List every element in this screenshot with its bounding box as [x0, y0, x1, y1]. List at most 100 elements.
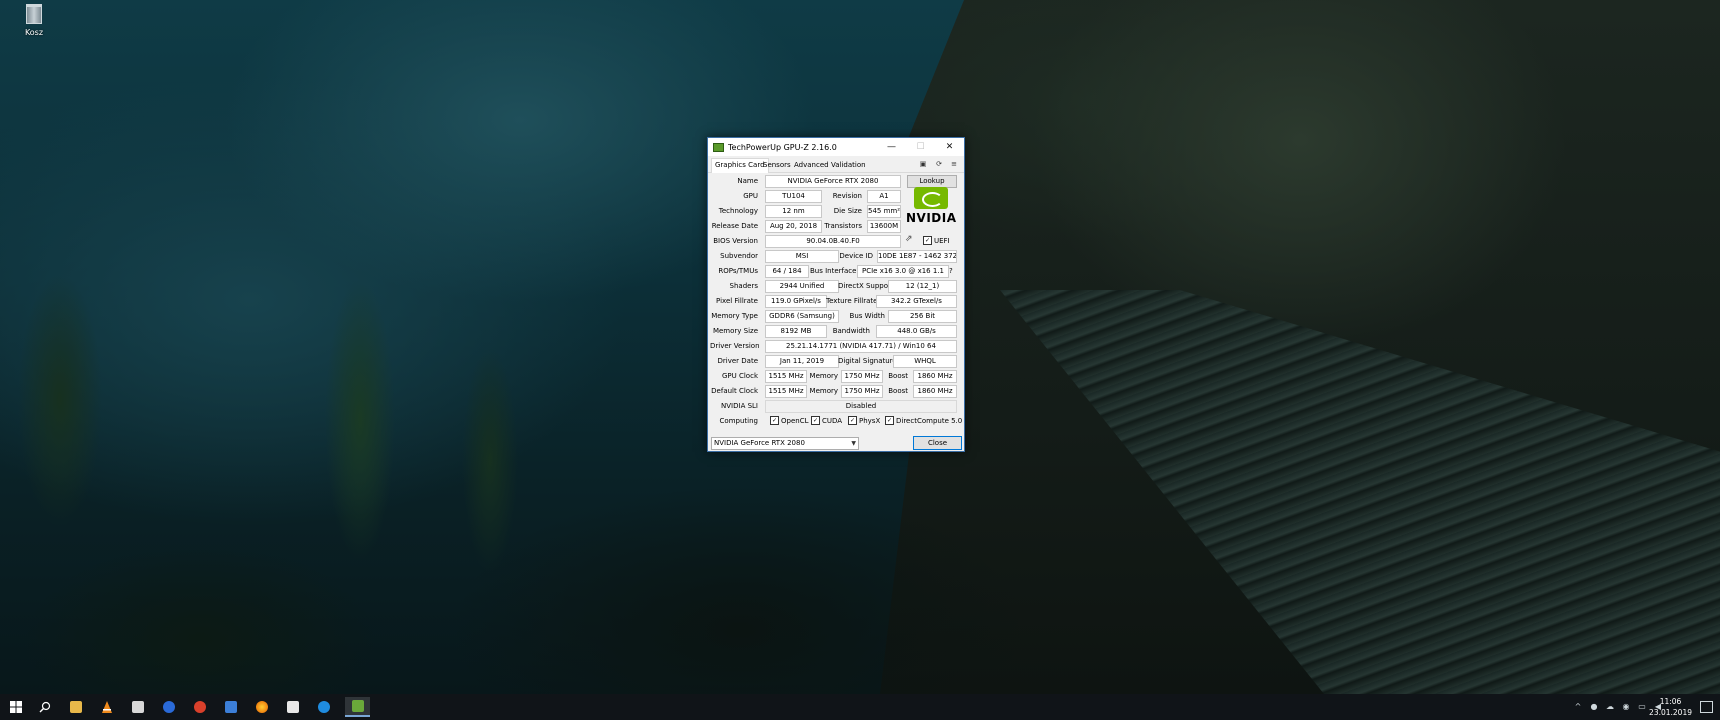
texture-fillrate-field: 342.2 GTexel/s [876, 295, 957, 308]
computing-label: Computing [719, 417, 758, 425]
taskbar-ccleaner[interactable] [190, 697, 210, 717]
file-explorer-icon [70, 701, 82, 713]
gpu-clock-field: 1515 MHz [765, 370, 807, 383]
vlc-icon [102, 701, 112, 713]
subvendor-label: Subvendor [720, 252, 758, 260]
default-clock-field: 1515 MHz [765, 385, 807, 398]
nvidia-sli-field: Disabled [765, 400, 957, 413]
gpu-field: TU104 [765, 190, 822, 203]
gpuz-app-icon [713, 142, 724, 152]
taskbar-file-explorer[interactable] [66, 697, 86, 717]
tab-advanced[interactable]: Advanced [791, 159, 832, 171]
tab-sensors[interactable]: Sensors [760, 159, 794, 171]
bandwidth-field: 448.0 GB/s [876, 325, 957, 338]
taskbar-edge[interactable] [314, 697, 334, 717]
directx-label: DirectX Support [838, 282, 894, 290]
taskbar: ^ ● ☁ ◉ ▭ ◀ 11:06 23.01.2019 [0, 694, 1720, 720]
menu-icon[interactable]: ≡ [950, 160, 958, 168]
taskbar-clock[interactable]: 11:06 23.01.2019 [1649, 696, 1692, 718]
default-boost-field: 1860 MHz [913, 385, 957, 398]
bus-interface-field: PCIe x16 3.0 @ x16 1.1 [857, 265, 949, 278]
tab-validation[interactable]: Validation [828, 159, 869, 171]
minimize-button[interactable]: — [877, 138, 906, 156]
cuda-label: CUDA [822, 416, 843, 425]
device-id-field: 10DE 1E87 - 1462 3726 [877, 250, 957, 263]
refresh-icon[interactable]: ⟳ [935, 160, 943, 168]
gpu-select-value: NVIDIA GeForce RTX 2080 [714, 439, 805, 447]
maximize-button[interactable]: ☐ [906, 138, 935, 156]
share-icon[interactable]: ⇗ [905, 234, 913, 244]
bus-width-label: Bus Width [849, 312, 885, 320]
bios-version-label: BIOS Version [713, 237, 758, 245]
opencl-label: OpenCL [781, 416, 809, 425]
clock-date: 23.01.2019 [1649, 708, 1692, 717]
revision-label: Revision [832, 192, 862, 200]
taskbar-gpuz[interactable] [345, 697, 370, 717]
taskbar-malwarebytes[interactable] [159, 697, 179, 717]
taskbar-mail[interactable] [283, 697, 303, 717]
directcompute-label: DirectCompute 5.0 [896, 416, 963, 425]
ccleaner-icon [194, 701, 206, 713]
pixel-fillrate-field: 119.0 GPixel/s [765, 295, 827, 308]
close-window-button[interactable]: ✕ [935, 138, 964, 156]
desktop-icon-label: Kosz [24, 28, 44, 37]
malwarebytes-icon [163, 701, 175, 713]
tab-bar: Graphics Card Sensors Advanced Validatio… [708, 158, 964, 173]
recycle-bin-icon [26, 4, 42, 24]
revision-field: A1 [867, 190, 901, 203]
default-clock-label: Default Clock [711, 387, 758, 395]
taskbar-vlc[interactable] [97, 697, 117, 717]
close-button[interactable]: Close [913, 436, 962, 450]
steam-icon[interactable]: ● [1589, 702, 1599, 712]
gpu-memory-label: Memory [809, 372, 838, 380]
gpu-select-dropdown[interactable]: NVIDIA GeForce RTX 2080 ▼ [711, 437, 859, 450]
wallpaper-ground [400, 430, 1100, 694]
release-date-field: Aug 20, 2018 [765, 220, 822, 233]
taskbar-firefox[interactable] [252, 697, 272, 717]
cuda-check-mark: ✓ [811, 416, 820, 425]
bus-interface-label: Bus Interface [810, 267, 857, 275]
notification-center-icon[interactable] [1700, 701, 1713, 713]
uefi-check-mark: ✓ [923, 236, 932, 245]
search-button[interactable] [35, 697, 55, 717]
default-memory-label: Memory [809, 387, 838, 395]
film-icon [132, 701, 144, 713]
bus-help-icon[interactable]: ? [949, 267, 957, 275]
nvidia-sli-label: NVIDIA SLI [721, 402, 758, 410]
name-label: Name [737, 177, 758, 185]
pixel-fillrate-label: Pixel Fillrate [716, 297, 758, 305]
digital-signature-label: Digital Signature [838, 357, 897, 365]
memory-type-label: Memory Type [711, 312, 758, 320]
uefi-checkbox: ✓ UEFI [923, 236, 950, 245]
network-icon[interactable]: ▭ [1637, 702, 1647, 712]
memory-type-field: GDDR6 (Samsung) [765, 310, 839, 323]
nvidia-eye-icon [914, 187, 948, 209]
physx-label: PhysX [859, 416, 881, 425]
camera-icon[interactable]: ▣ [919, 160, 927, 168]
gpu-clock-label: GPU Clock [721, 372, 758, 380]
name-field: NVIDIA GeForce RTX 2080 [765, 175, 901, 188]
die-size-field: 545 mm² [867, 205, 901, 218]
device-id-label: Device ID [839, 252, 873, 260]
bus-width-field: 256 Bit [888, 310, 957, 323]
taskbar-save-app[interactable] [221, 697, 241, 717]
physx-checkbox: ✓ PhysX [848, 416, 880, 425]
start-button[interactable] [6, 697, 26, 717]
vpn-icon[interactable]: ◉ [1621, 702, 1631, 712]
mail-icon [287, 701, 299, 713]
chevron-up-icon[interactable]: ^ [1573, 702, 1583, 712]
title-bar[interactable]: TechPowerUp GPU-Z 2.16.0 — ☐ ✕ [708, 138, 964, 156]
opencl-checkbox: ✓ OpenCL [770, 416, 808, 425]
taskbar-video-editor[interactable] [128, 697, 148, 717]
memory-size-label: Memory Size [712, 327, 758, 335]
physx-check-mark: ✓ [848, 416, 857, 425]
technology-label: Technology [718, 207, 758, 215]
desktop-icon-recycle-bin[interactable]: Kosz [18, 4, 50, 37]
driver-date-label: Driver Date [717, 357, 759, 365]
memory-size-field: 8192 MB [765, 325, 827, 338]
search-icon [39, 701, 51, 713]
rops-tmus-label: ROPs/TMUs [718, 267, 758, 275]
default-memory-clock-field: 1750 MHz [841, 385, 883, 398]
onedrive-icon[interactable]: ☁ [1605, 702, 1615, 712]
shaders-field: 2944 Unified [765, 280, 839, 293]
